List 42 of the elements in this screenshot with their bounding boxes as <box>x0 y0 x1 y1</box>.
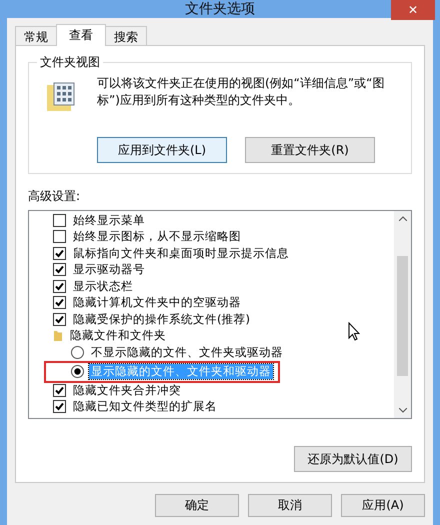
checkbox[interactable] <box>53 296 66 310</box>
checkbox[interactable] <box>53 214 66 227</box>
group-title: 文件夹视图 <box>37 54 103 71</box>
option-label: 不显示隐藏的文件、文件夹或驱动器 <box>90 344 284 360</box>
dialog-button[interactable]: 取消 <box>248 494 332 517</box>
restore-defaults-button[interactable]: 还原为默认值(D) <box>294 446 412 472</box>
radio-button[interactable] <box>71 346 84 359</box>
scroll-down-icon[interactable] <box>398 408 406 413</box>
section-label: 高级设置: <box>28 188 82 205</box>
scrollbar[interactable] <box>394 211 411 418</box>
checkbox[interactable] <box>53 230 66 244</box>
tab[interactable]: 查看 <box>56 24 106 46</box>
dialog-button[interactable]: 应用(A) <box>341 494 425 517</box>
folder-view-button[interactable]: 应用到文件夹(L) <box>97 137 227 163</box>
radio-button[interactable] <box>71 365 84 378</box>
checkbox[interactable] <box>53 263 66 276</box>
option-label: 隐藏文件夹合并冲突 <box>72 382 182 398</box>
dialog-button[interactable]: 确定 <box>155 494 239 517</box>
folder-icon <box>53 329 63 342</box>
tab[interactable]: 常规 <box>15 26 57 45</box>
checkbox[interactable] <box>53 280 66 293</box>
option-label: 鼠标指向文件夹和桌面项时显示提示信息 <box>72 246 290 261</box>
cursor-icon <box>348 322 360 341</box>
checkbox[interactable] <box>53 312 66 326</box>
description-text: 可以将该文件夹正在使用的视图(例如“详细信息”或“图标”)应用到所有这种类型的文件夹中。 <box>97 75 386 109</box>
checkbox[interactable] <box>53 400 66 414</box>
option-label: 显示隐藏的文件、文件夹和驱动器 <box>89 364 273 380</box>
folder-view-button[interactable]: 重置文件夹(R) <box>245 137 375 163</box>
window-title: 文件夹选项 <box>185 0 255 18</box>
close-button[interactable]: ✕ <box>391 0 435 20</box>
option-label: 隐藏受保护的操作系统文件(推荐) <box>72 312 251 327</box>
option-label: 始终显示菜单 <box>72 212 146 228</box>
tab[interactable]: 搜索 <box>105 26 147 45</box>
option-label: 隐藏已知文件类型的扩展名 <box>72 399 218 414</box>
checkbox[interactable] <box>53 384 66 397</box>
option-label: 始终显示图标，从不显示缩略图 <box>72 229 242 244</box>
checkbox[interactable] <box>53 246 66 260</box>
option-label: 显示驱动器号 <box>72 262 146 278</box>
group-label: 隐藏文件和文件夹 <box>69 328 167 344</box>
option-label: 显示状态栏 <box>72 278 134 294</box>
option-label: 隐藏计算机文件夹中的空驱动器 <box>72 295 242 310</box>
scroll-up-icon[interactable] <box>398 216 406 221</box>
